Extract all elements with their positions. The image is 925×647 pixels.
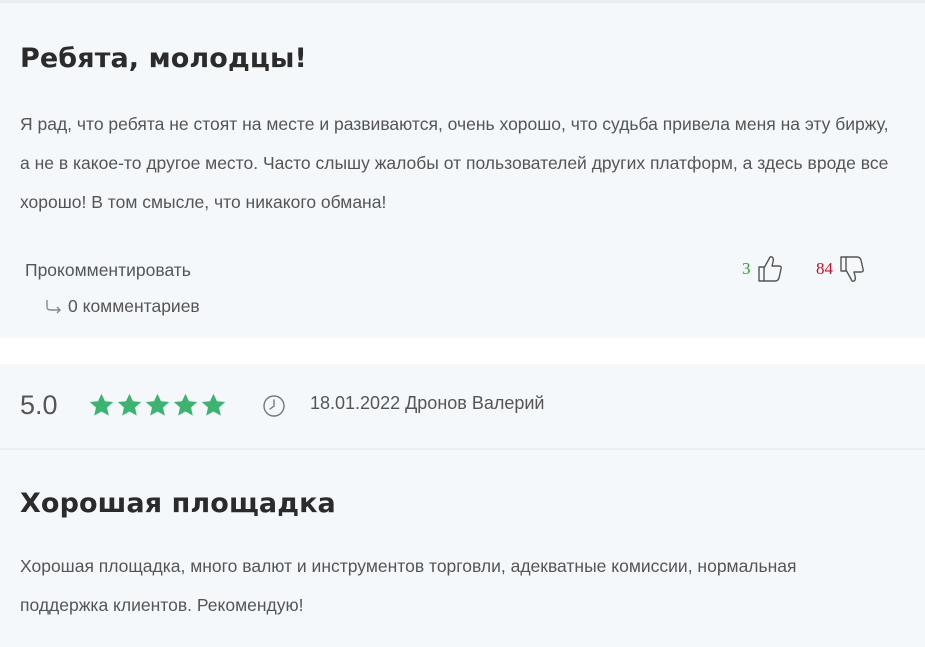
review-meta-bar: 5.0 18.01.2022 Дронов Валерий: [0, 364, 925, 448]
star-rating: [88, 392, 227, 419]
star-icon: [201, 393, 226, 416]
thumbs-up-icon: [757, 256, 782, 282]
review-card: Хорошая площадка Хорошая площадка, много…: [0, 450, 925, 647]
dislike-button[interactable]: 84: [816, 255, 865, 283]
review-title: Хорошая площадка: [20, 488, 336, 519]
review-text: Хорошая площадка, много валют и инструме…: [20, 556, 797, 615]
reply-arrow-icon: [46, 299, 61, 313]
comments-count-link[interactable]: 0 комментариев: [44, 296, 200, 317]
rating-value: 5.0: [20, 390, 58, 420]
star-icon: [145, 393, 170, 416]
star-icon: [173, 393, 198, 416]
like-count: 3: [742, 259, 751, 278]
review-text: Я рад, что ребята не стоят на месте и ра…: [20, 114, 889, 212]
star-icon: [117, 393, 142, 416]
review-title: Ребята, молодцы!: [20, 43, 307, 74]
review-card: Ребята, молодцы! Я рад, что ребята не ст…: [0, 0, 925, 338]
like-button[interactable]: 3: [742, 255, 783, 283]
review-date: 18.01.2022: [310, 393, 401, 413]
comment-button[interactable]: Прокомментировать: [25, 260, 191, 281]
dislike-count: 84: [816, 259, 833, 278]
thumbs-down-icon: [840, 256, 864, 282]
review-author: Дронов Валерий: [405, 393, 545, 413]
comments-count-label: 0 комментариев: [68, 296, 200, 316]
clock-icon: [263, 395, 285, 417]
star-icon: [89, 393, 114, 416]
review-meta: 18.01.2022 Дронов Валерий: [310, 393, 545, 414]
